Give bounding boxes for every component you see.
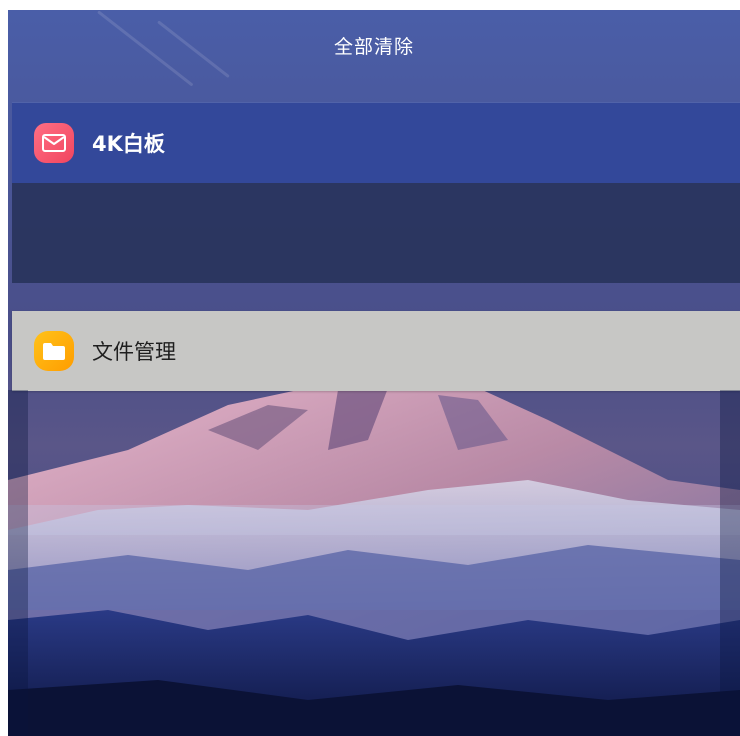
right-edge-shadow — [720, 390, 740, 736]
recent-app-preview[interactable] — [12, 183, 740, 283]
recent-app-card-header[interactable]: 文件管理 — [12, 311, 740, 391]
recent-app-card-file-manager[interactable]: 文件管理 — [12, 311, 740, 391]
recent-app-label: 4K白板 — [92, 132, 165, 156]
whiteboard-mail-icon — [34, 123, 74, 163]
recent-apps-screen: 全部清除 4K白板 文件管理 — [8, 10, 740, 736]
recent-app-label: 文件管理 — [92, 340, 176, 364]
recent-app-card-header[interactable]: 4K白板 — [12, 102, 740, 183]
clear-all-button[interactable]: 全部清除 — [8, 32, 740, 59]
folder-icon — [34, 331, 74, 371]
left-edge-shadow — [8, 390, 28, 736]
recent-app-card-whiteboard[interactable]: 4K白板 — [12, 102, 740, 283]
